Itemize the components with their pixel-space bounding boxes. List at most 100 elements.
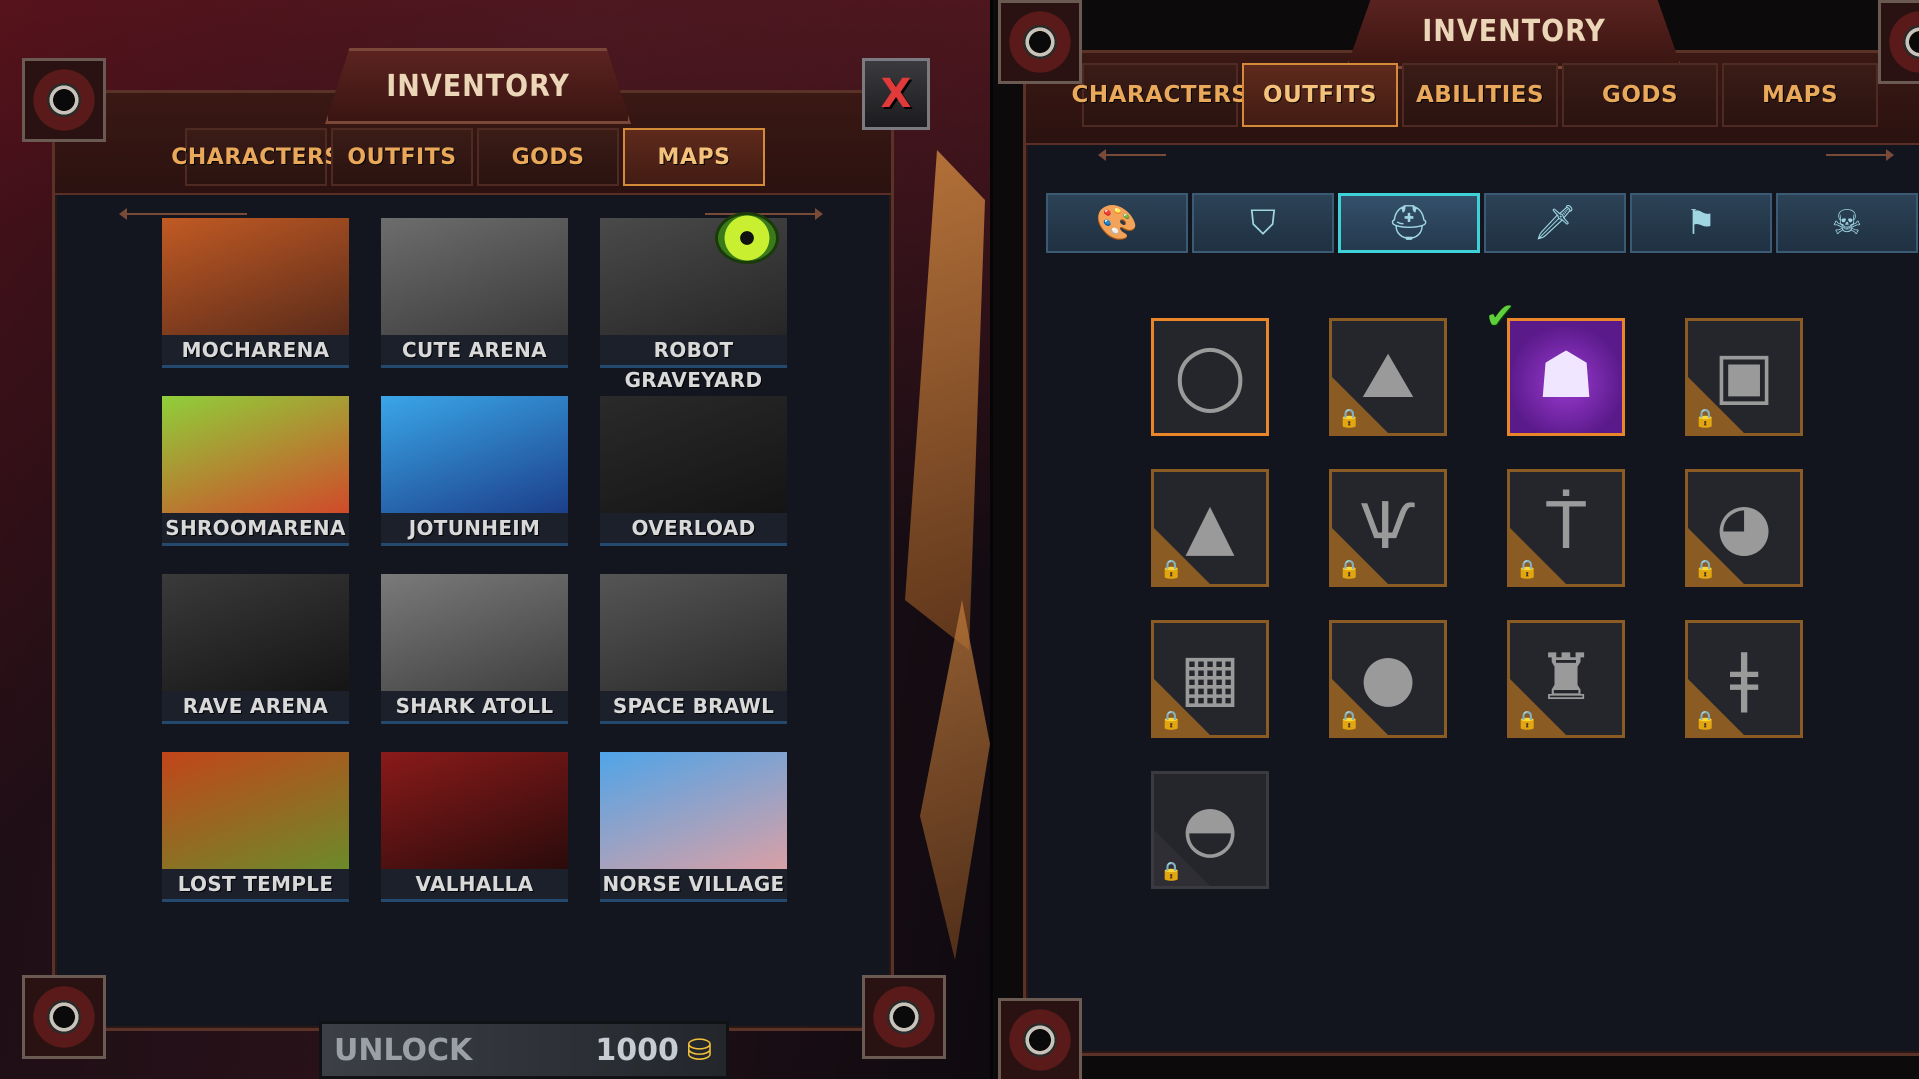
outfit-slot[interactable]: ◕ 🔒 [1685,469,1803,587]
category-tab[interactable]: ⚑ [1630,193,1772,253]
map-name-label: OVERLOAD [600,513,787,546]
map-name-label: LOST TEMPLE [162,869,349,902]
inventory-panel: INVENTORY CHARACTERS OUTFITS ABILITIES GODS… [1023,0,1919,1056]
maps-inventory-screen: INVENTORY CHARACTERS OUTFITS GODS MAPS MOCH… [0,0,990,1079]
tab-characters[interactable]: CHARACTERS [171,128,340,186]
map-name-label: RAVE ARENA [162,691,349,724]
close-button[interactable]: X [862,58,930,130]
shield-icon: ⛉ [1250,203,1276,243]
ring-icon: ◯ [1174,339,1246,413]
outfit-slot[interactable]: Ѱ 🔒 [1329,469,1447,587]
corner-ornament-icon [862,975,946,1059]
padlock-icon: 🔒 [1160,710,1183,731]
scroll-left-arrow[interactable] [119,208,247,220]
category-tab[interactable]: ☠ [1776,193,1918,253]
corner-ornament-icon [998,998,1082,1079]
unlock-label: UNLOCK [334,1032,473,1068]
outfit-slot[interactable]: ▦ 🔒 [1151,620,1269,738]
tab-gods[interactable]: GODS [1562,63,1718,127]
map-name-label: NORSE VILLAGE [600,869,787,902]
outfits-inventory-screen: INVENTORY CHARACTERS OUTFITS ABILITIES GODS… [990,0,1919,1079]
padlock-icon: 🔒 [1516,710,1539,731]
tab-outfits[interactable]: OUTFITS [1242,63,1398,127]
category-tab[interactable]: ⛑ [1338,193,1480,253]
unlock-button[interactable]: UNLOCK 1000 ⛁ [319,1021,729,1079]
tab-maps[interactable]: MAPS [1722,63,1878,127]
map-name-label: VALHALLA [381,869,568,902]
padlock-icon: 🔒 [1516,559,1539,580]
tab-maps[interactable]: MAPS [623,128,765,186]
padlock-icon: 🔒 [1338,559,1361,580]
gold-pile-icon: ⛁ [686,1032,712,1068]
map-thumbnail [162,396,349,513]
map-name-label: SHARK ATOLL [381,691,568,724]
flag-icon: ⚑ [1685,203,1717,243]
outfit-slot[interactable]: ◯ [1151,318,1269,436]
map-thumbnail [162,752,349,869]
outfit-slot[interactable]: ǂ 🔒 [1685,620,1803,738]
map-name-label: SPACE BRAWL [600,691,787,724]
map-card[interactable]: SHARK ATOLL [381,574,568,724]
scroll-right-arrow[interactable] [1826,149,1894,161]
category-tab[interactable]: ⛉ [1192,193,1334,253]
corner-ornament-icon [22,975,106,1059]
padlock-icon: 🔒 [1160,559,1183,580]
map-thumbnail [162,574,349,691]
outfit-category-strip: 🎨 ⛉ ⛑ 🗡 ⚑ ☠ [1046,193,1918,253]
sword-icon: 🗡 [1533,203,1577,243]
outfit-slot[interactable]: ◓ 🔒 [1151,771,1269,889]
map-card[interactable]: RAVE ARENA [162,574,349,724]
unlock-cost: 1000 [595,1032,679,1068]
category-tab[interactable]: 🗡 [1484,193,1626,253]
category-tab[interactable]: 🎨 [1046,193,1188,253]
panel-header: INVENTORY CHARACTERS OUTFITS GODS MAPS [55,48,891,195]
equipped-check-icon: ✔ [1485,296,1516,337]
padlock-icon: 🔒 [1694,710,1717,731]
tribal-mask-icon: ☗ [1537,339,1595,413]
map-card[interactable]: LOST TEMPLE [162,752,349,902]
padlock-icon: 🔒 [1338,710,1361,731]
map-card[interactable]: SPACE BRAWL [600,574,787,724]
map-thumbnail [381,752,568,869]
padlock-icon: 🔒 [1694,408,1717,429]
map-card[interactable]: JOTUNHEIM [381,396,568,546]
map-card[interactable]: VALHALLA [381,752,568,902]
green-eye-icon [715,212,779,264]
tab-abilities[interactable]: ABILITIES [1402,63,1558,127]
outfit-slot[interactable]: ⛰ 🔒 [1329,318,1447,436]
map-thumbnail [600,752,787,869]
panel-header: INVENTORY CHARACTERS OUTFITS ABILITIES GODS… [1026,0,1919,145]
outfit-slot[interactable]: ● 🔒 [1329,620,1447,738]
padlock-icon: 🔒 [1338,408,1361,429]
map-thumbnail [381,396,568,513]
map-thumbnail [600,574,787,691]
map-thumbnail [162,218,349,335]
inventory-tabs: CHARACTERS OUTFITS GODS MAPS [171,128,765,186]
map-card[interactable]: OVERLOAD [600,396,787,546]
tab-characters[interactable]: CHARACTERS [1072,63,1248,127]
skull-icon: ☠ [1831,203,1863,243]
padlock-icon: 🔒 [1694,559,1717,580]
map-card[interactable]: ROBOT GRAVEYARD [600,212,787,392]
map-thumbnail [381,574,568,691]
inventory-title: INVENTORY [1346,0,1682,69]
map-card[interactable]: SHROOMARENA [162,396,349,546]
outfit-slot[interactable]: ☗ [1507,318,1625,436]
outfit-slot[interactable]: Ṫ 🔒 [1507,469,1625,587]
corner-ornament-icon [998,0,1082,84]
map-thumbnail [600,396,787,513]
map-card[interactable]: MOCHARENA [162,218,349,368]
tab-gods[interactable]: GODS [477,128,619,186]
close-icon: X [880,71,912,117]
outfit-slot[interactable]: ▲ 🔒 [1151,469,1269,587]
inventory-title: INVENTORY [325,48,631,124]
map-card[interactable]: CUTE ARENA [381,218,568,368]
outfit-slot[interactable]: ▣ 🔒 [1685,318,1803,436]
map-thumbnail [381,218,568,335]
map-card[interactable]: NORSE VILLAGE [600,752,787,902]
scroll-left-arrow[interactable] [1098,149,1166,161]
tab-outfits[interactable]: OUTFITS [331,128,473,186]
map-name-label: JOTUNHEIM [381,513,568,546]
map-name-label: ROBOT GRAVEYARD [600,335,787,392]
outfit-slot[interactable]: ♜ 🔒 [1507,620,1625,738]
